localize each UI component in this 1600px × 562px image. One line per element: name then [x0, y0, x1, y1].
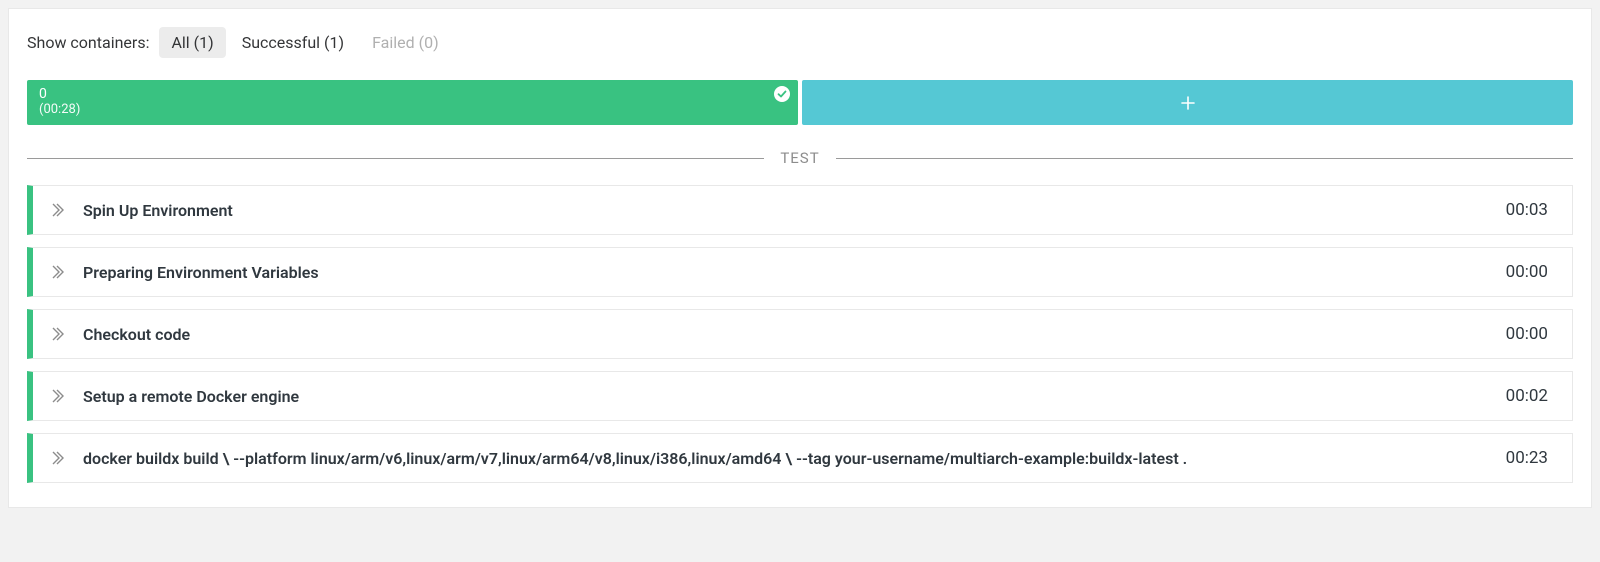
add-container-button[interactable] — [802, 80, 1573, 125]
chevron-right-icon — [49, 388, 65, 404]
step-row[interactable]: Setup a remote Docker engine 00:02 — [27, 371, 1573, 421]
step-title: Checkout code — [83, 325, 1506, 344]
filter-failed: Failed (0) — [360, 27, 451, 58]
step-time: 00:00 — [1506, 324, 1548, 344]
section-divider: TEST — [27, 149, 1573, 167]
filter-successful[interactable]: Successful (1) — [230, 27, 356, 58]
chevron-right-icon — [49, 450, 65, 466]
step-row[interactable]: Preparing Environment Variables 00:00 — [27, 247, 1573, 297]
container-0-card[interactable]: 0 (00:28) — [27, 80, 798, 125]
container-index: 0 — [39, 86, 786, 102]
step-time: 00:23 — [1506, 448, 1548, 468]
filter-all[interactable]: All (1) — [159, 27, 225, 58]
step-row[interactable]: docker buildx build \ --platform linux/a… — [27, 433, 1573, 483]
section-label: TEST — [780, 149, 819, 167]
plus-icon — [1181, 96, 1195, 110]
step-row[interactable]: Spin Up Environment 00:03 — [27, 185, 1573, 235]
step-time: 00:02 — [1506, 386, 1548, 406]
step-title: Preparing Environment Variables — [83, 263, 1506, 282]
container-bar: 0 (00:28) — [27, 80, 1573, 125]
chevron-right-icon — [49, 326, 65, 342]
divider-line-left — [27, 158, 764, 159]
container-duration: (00:28) — [39, 102, 786, 117]
chevron-right-icon — [49, 202, 65, 218]
container-filter-row: Show containers: All (1) Successful (1) … — [27, 27, 1573, 58]
divider-line-right — [836, 158, 1573, 159]
success-check-icon — [774, 86, 790, 102]
filter-label: Show containers: — [27, 33, 149, 52]
step-title: Setup a remote Docker engine — [83, 387, 1506, 406]
step-list: Spin Up Environment 00:03 Preparing Envi… — [27, 185, 1573, 483]
step-row[interactable]: Checkout code 00:00 — [27, 309, 1573, 359]
step-title: Spin Up Environment — [83, 201, 1506, 220]
step-time: 00:03 — [1506, 200, 1548, 220]
build-panel: Show containers: All (1) Successful (1) … — [8, 8, 1592, 508]
chevron-right-icon — [49, 264, 65, 280]
step-time: 00:00 — [1506, 262, 1548, 282]
step-title: docker buildx build \ --platform linux/a… — [83, 449, 1506, 468]
